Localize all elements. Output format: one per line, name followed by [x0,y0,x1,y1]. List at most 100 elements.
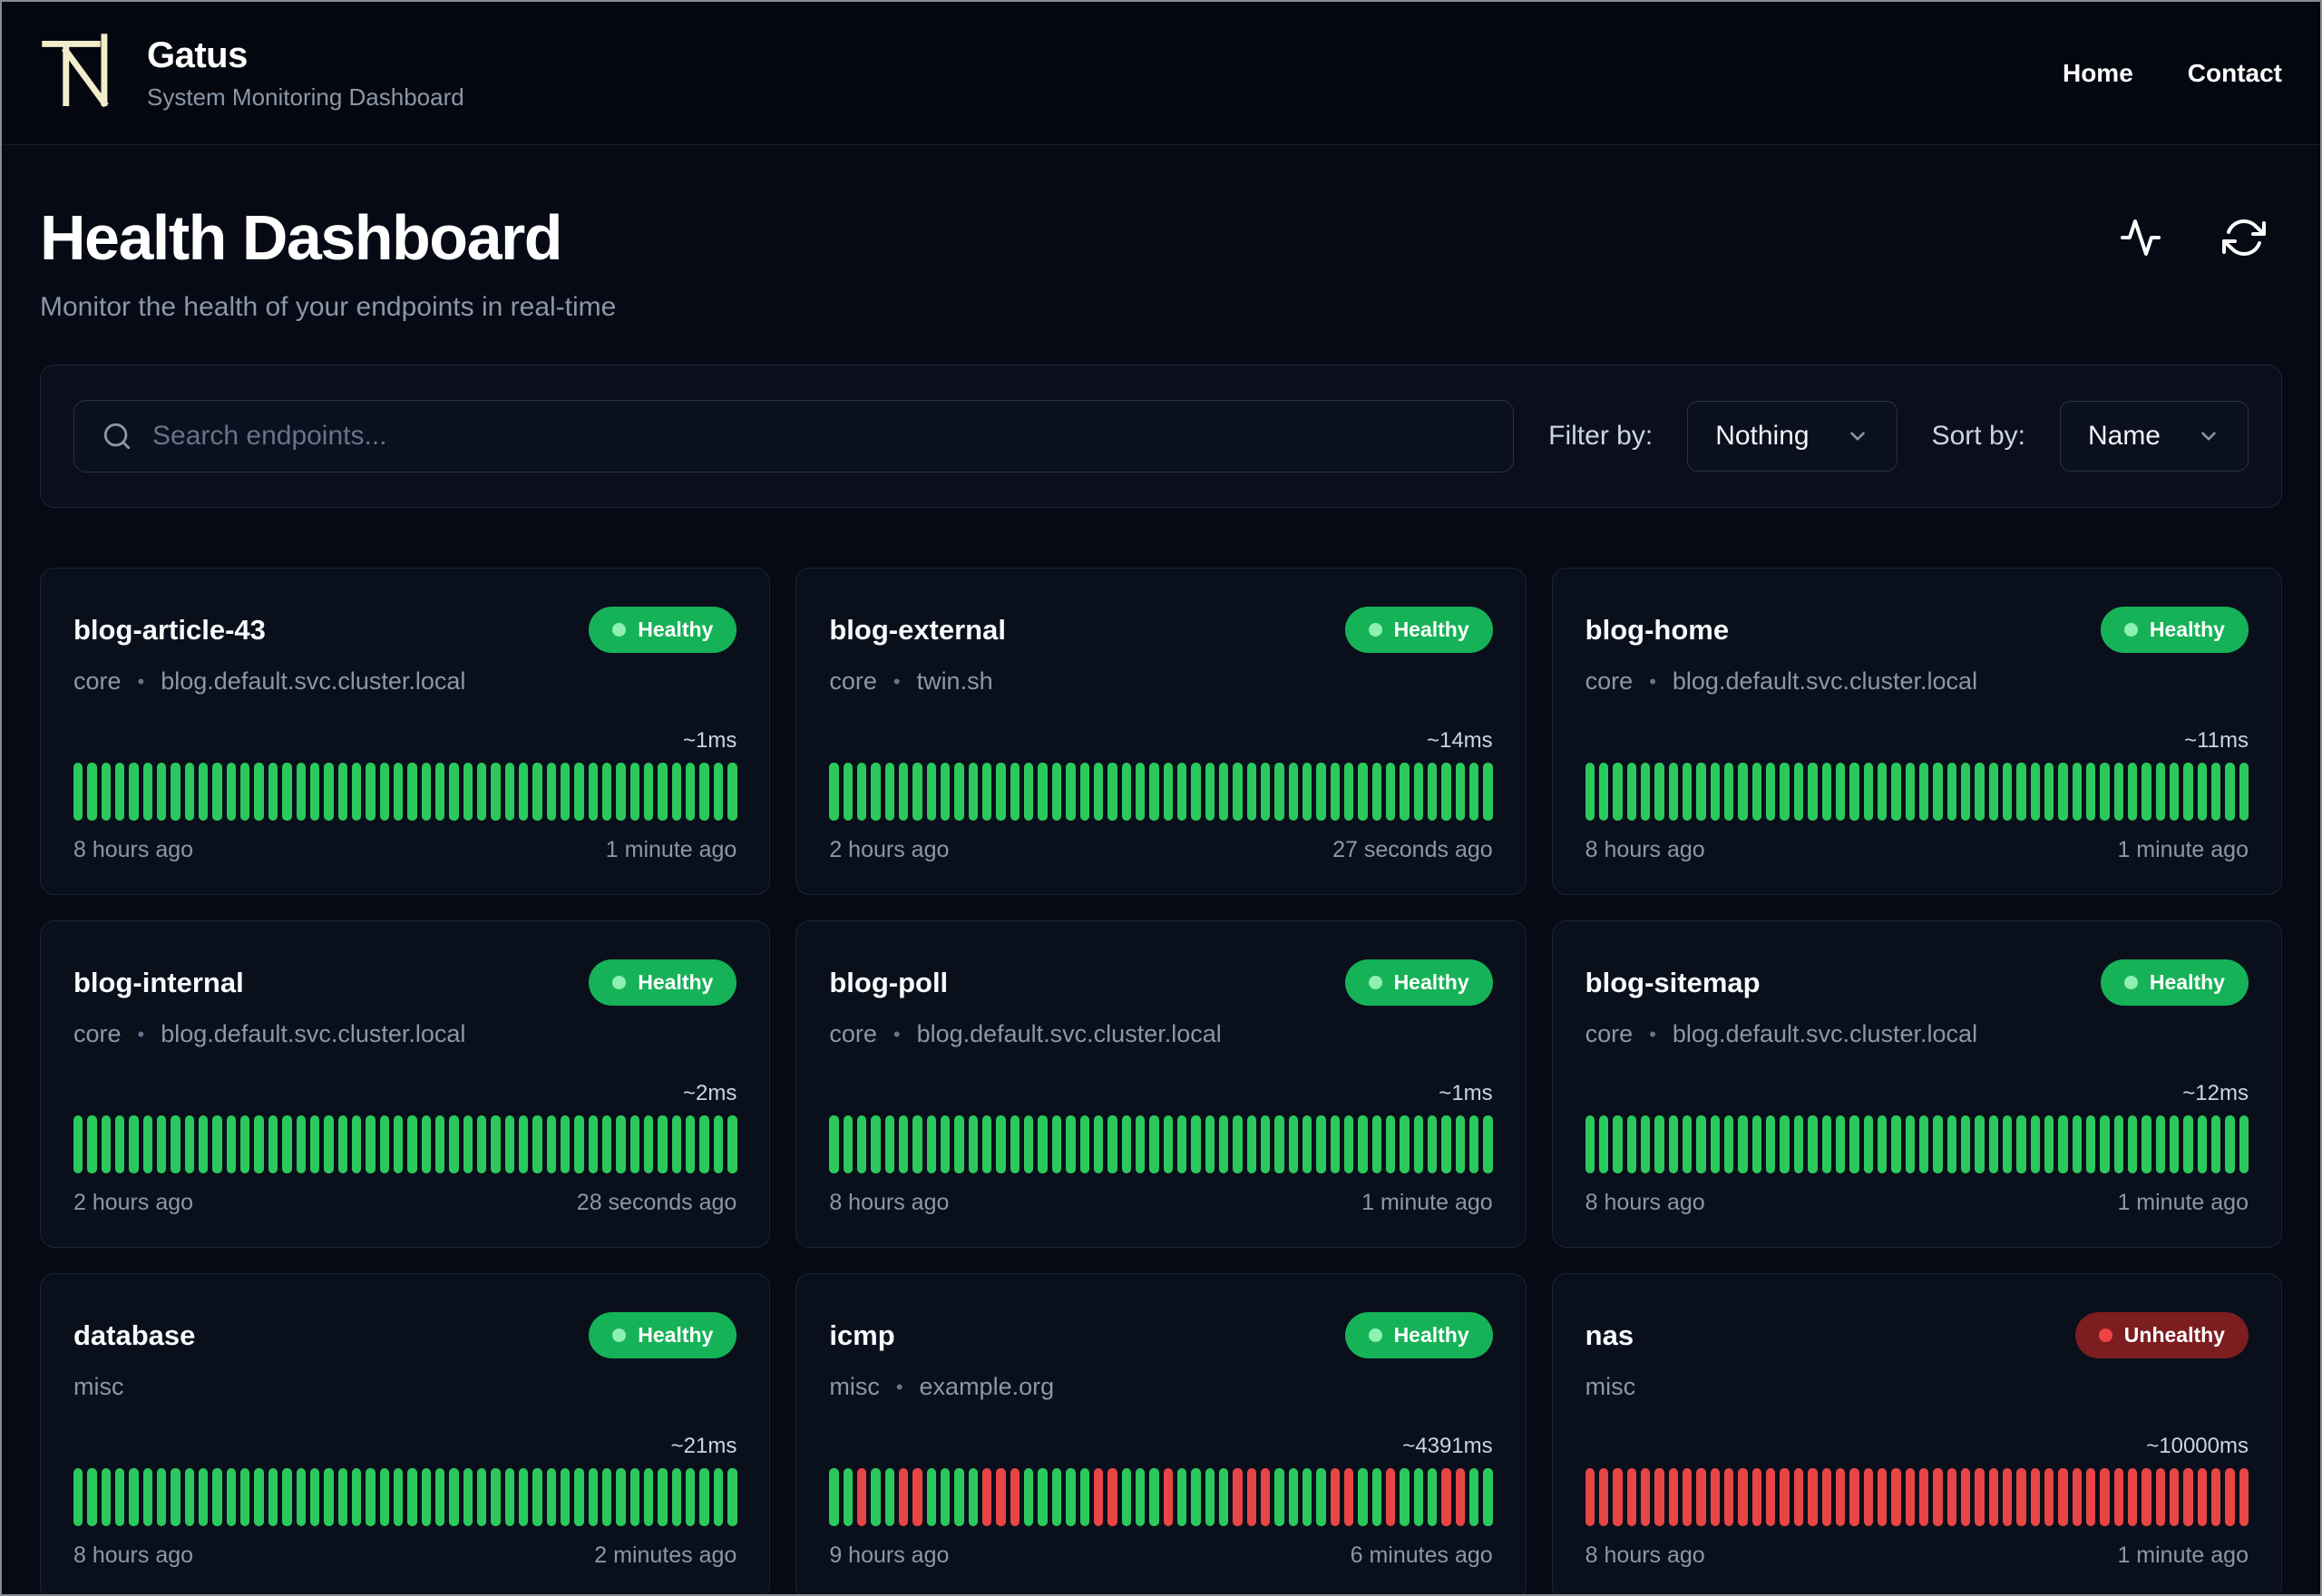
uptime-bar-up [337,763,347,821]
uptime-bar-up [1946,1115,1956,1173]
uptime-bar-up [254,1115,264,1173]
search-input[interactable] [152,421,1487,452]
uptime-bar-up [843,763,854,821]
nav-link-contact[interactable]: Contact [2188,59,2282,88]
time-start: 8 hours ago [1585,1190,1705,1215]
uptime-bar-up [129,1468,139,1526]
uptime-bar-up [2016,1115,2026,1173]
uptime-bar-up [1766,763,1776,821]
endpoint-meta: misc • example.org [829,1373,1492,1401]
uptime-bar-up [1613,1115,1623,1173]
uptime-bar-down [1751,1468,1762,1526]
uptime-bar-up [1149,763,1159,821]
status-dot-icon [612,1328,627,1342]
uptime-bars [829,763,1493,821]
nav-link-home[interactable]: Home [2063,59,2133,88]
uptime-bar-up [602,763,612,821]
uptime-bar-up [644,763,654,821]
uptime-bar-up [142,1468,153,1526]
uptime-bar-up [1469,1115,1479,1173]
uptime-bar-up [2183,763,2193,821]
endpoint-card-blog-article-43[interactable]: blog-article-43 Healthy core • blog.defa… [40,568,771,895]
uptime-bar-up [1316,1115,1326,1173]
uptime-bar-up [2155,1115,2166,1173]
uptime-bar-up [1710,1115,1721,1173]
endpoint-meta: misc [1585,1373,2249,1401]
uptime-bar-down [1793,1468,1804,1526]
latency-value: ~14ms [1426,728,1493,753]
filter-toolbar: Filter by: Nothing Sort by: Name [40,365,2282,508]
uptime-bar-up [1413,1468,1424,1526]
activity-icon[interactable] [2119,216,2162,259]
filter-select[interactable]: Nothing [1687,401,1898,472]
uptime-bar-up [2016,763,2026,821]
uptime-bar-up [337,1115,347,1173]
endpoint-card-blog-external[interactable]: blog-external Healthy core • twin.sh ~14… [795,568,1527,895]
endpoint-card-blog-poll[interactable]: blog-poll Healthy core • blog.default.sv… [795,920,1527,1248]
uptime-bar-up [142,1115,153,1173]
endpoint-name: blog-poll [829,966,949,998]
uptime-bar-up [476,1468,487,1526]
uptime-bar-up [1891,1115,1901,1173]
uptime-bar-up [1455,763,1466,821]
uptime-bar-up [1358,1115,1368,1173]
uptime-bar-up [1863,763,1873,821]
uptime-bar-up [1205,763,1215,821]
uptime-bar-up [1483,763,1493,821]
uptime-bar-down [1877,1468,1888,1526]
endpoint-card-nas[interactable]: nas Unhealthy misc ~10000ms 8 hours ago … [1551,1273,2282,1594]
meta-separator: • [137,1022,145,1046]
uptime-bar-up [2225,1115,2235,1173]
uptime-bar-up [240,1115,250,1173]
uptime-bar-up [699,1115,709,1173]
uptime-bar-down [2072,1468,2083,1526]
sort-select[interactable]: Name [2059,401,2249,472]
uptime-bar-down [2113,1468,2124,1526]
uptime-bar-up [1766,1115,1776,1173]
uptime-bar-up [1260,763,1271,821]
uptime-bar-up [713,763,724,821]
uptime-bar-up [899,763,909,821]
endpoint-card-blog-internal[interactable]: blog-internal Healthy core • blog.defaul… [40,920,771,1248]
uptime-bar-down [2197,1468,2208,1526]
uptime-bar-up [1641,1115,1651,1173]
uptime-bar-up [532,1468,542,1526]
uptime-bar-up [996,763,1006,821]
uptime-bar-up [421,1468,431,1526]
uptime-bar-up [1668,763,1679,821]
uptime-bar-down [1654,1468,1664,1526]
uptime-bar-up [2170,1115,2180,1173]
uptime-bar-up [199,1115,209,1173]
uptime-bar-down [2058,1468,2068,1526]
uptime-bar-down [899,1468,909,1526]
uptime-bar-up [1946,763,1956,821]
uptime-bar-up [2030,1115,2040,1173]
uptime-bar-down [982,1468,992,1526]
uptime-bar-up [1386,1115,1396,1173]
top-nav: Home Contact [2063,59,2282,88]
uptime-bar-up [1176,1115,1187,1173]
endpoint-card-blog-home[interactable]: blog-home Healthy core • blog.default.sv… [1551,568,2282,895]
page-title-row: Health Dashboard [40,201,2282,274]
uptime-bar-up [101,1115,112,1173]
endpoint-card-database[interactable]: database Healthy misc ~21ms 8 hours ago … [40,1273,771,1594]
status-label: Healthy [1393,970,1469,994]
uptime-bar-up [2170,763,2180,821]
time-start: 2 hours ago [73,1190,194,1215]
uptime-bar-up [115,1468,125,1526]
uptime-bar-up [602,1468,612,1526]
endpoint-card-icmp[interactable]: icmp Healthy misc • example.org ~4391ms … [795,1273,1527,1594]
uptime-bar-up [296,763,306,821]
uptime-bar-up [1121,763,1131,821]
chevron-down-icon [1849,432,1865,441]
uptime-bar-up [2086,1115,2096,1173]
uptime-bar-up [1683,1115,1693,1173]
uptime-bar-up [1724,763,1734,821]
uptime-bar-up [1274,1468,1284,1526]
uptime-bar-up [1835,1115,1846,1173]
uptime-bar-up [184,1115,195,1173]
refresh-icon[interactable] [2222,216,2266,259]
endpoint-card-blog-sitemap[interactable]: blog-sitemap Healthy core • blog.default… [1551,920,2282,1248]
status-dot-icon [2123,623,2138,637]
uptime-bar-up [2002,763,2013,821]
